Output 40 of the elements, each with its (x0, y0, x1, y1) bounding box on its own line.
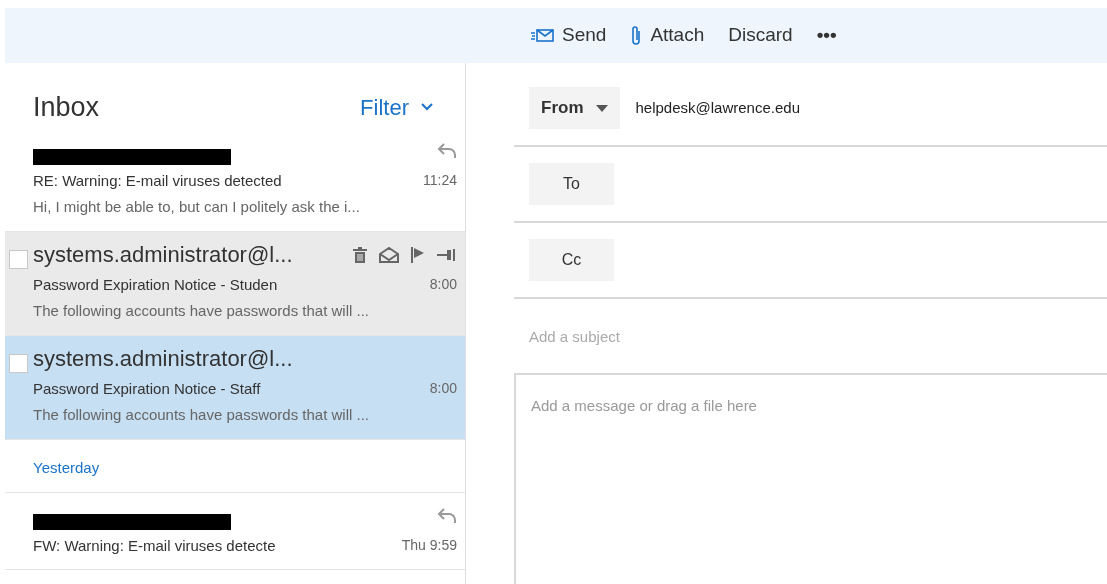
trash-icon[interactable] (353, 246, 367, 263)
chevron-icon (421, 103, 433, 112)
message-time: 11:24 (423, 170, 457, 190)
message-time: Thu 9:59 (401, 535, 457, 555)
paperclip-icon (630, 24, 643, 47)
message-subject: Password Expiration Notice - Staff (33, 378, 261, 399)
sender-name: systems.administrator@l... (33, 243, 293, 266)
message-item[interactable]: systems.administrator@l... Password Expiration Notice - Studen 8:00 The following accounts have passwords that will ... (5, 231, 465, 336)
pin-icon[interactable] (437, 247, 457, 262)
flag-icon[interactable] (411, 246, 425, 263)
message-item[interactable]: systems.administrator@l... Password Expiration Notice - Staff 8:00 The following accounts have passwords that will ... (5, 335, 465, 440)
send-icon (530, 27, 554, 44)
message-preview: The following accounts have passwords that will ... (33, 301, 370, 321)
checkbox[interactable] (9, 249, 28, 269)
toolbar-button[interactable]: Discard (728, 21, 793, 50)
message-subject: Password Expiration Notice - Studen (33, 274, 278, 295)
cc-button[interactable]: Cc (529, 239, 614, 281)
message-time: 8:00 (429, 274, 457, 294)
toolbar-button[interactable]: Send (530, 21, 607, 50)
to-button[interactable]: To (529, 163, 614, 205)
from-address: helpdesk@lawrence.edu (635, 97, 800, 118)
from-button[interactable]: From (529, 87, 620, 129)
message-body-field[interactable]: Add a message or drag a file here (514, 373, 1107, 584)
group-header: Yesterday (33, 458, 100, 476)
message-time: 8:00 (429, 378, 457, 398)
inbox-title: Inbox (33, 91, 100, 124)
reply-icon (437, 506, 457, 525)
envelope-icon[interactable] (379, 246, 399, 263)
caret-icon (595, 104, 608, 112)
toolbar-button[interactable]: Attach (630, 21, 705, 50)
checkbox[interactable] (9, 353, 28, 373)
subject-field[interactable]: Add a subject (514, 299, 1107, 373)
message-subject: FW: Warning: E-mail viruses detecte (33, 535, 276, 556)
message-subject: RE: Warning: E-mail viruses detected (33, 170, 282, 191)
sender-name: systems.administrator@l... (33, 347, 293, 370)
message-preview: The following accounts have passwords that will ... (33, 405, 370, 425)
reply-icon (437, 141, 457, 160)
message-preview: Hi, I might be able to, but can I politely ask the i... (33, 197, 361, 217)
filter-button[interactable]: Filter (360, 90, 433, 124)
more-button[interactable]: ••• (816, 21, 837, 50)
